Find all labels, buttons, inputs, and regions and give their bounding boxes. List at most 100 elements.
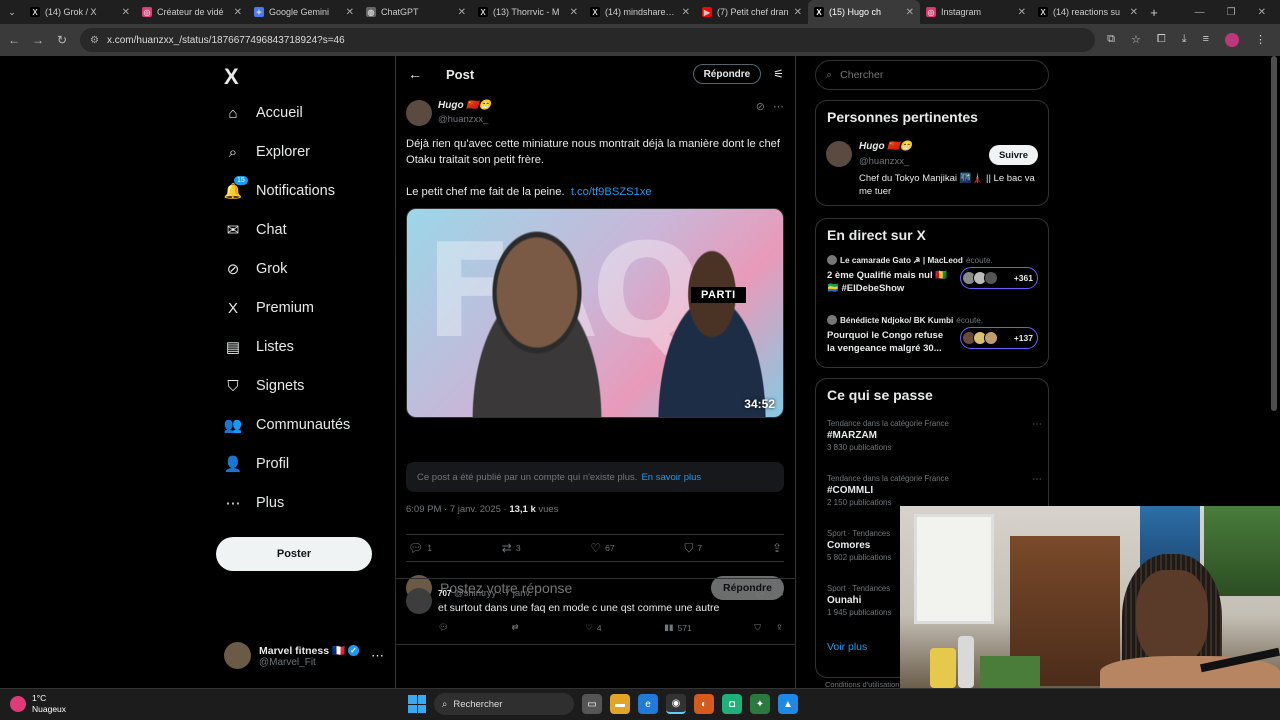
avatar[interactable] bbox=[826, 141, 852, 167]
site-info-icon[interactable]: ⚙ bbox=[90, 35, 99, 46]
app-icon[interactable]: ▲ bbox=[778, 694, 798, 714]
page-scrollbar[interactable] bbox=[1271, 56, 1277, 411]
share-action[interactable]: ⇪ bbox=[772, 541, 782, 555]
post-link[interactable]: t.co/tf9BSZS1xe bbox=[571, 186, 652, 198]
browser-tab[interactable]: X (14) Grok / X ✕ bbox=[24, 0, 136, 24]
back-icon[interactable]: ← bbox=[8, 33, 20, 47]
install-icon[interactable]: ⧉ bbox=[1107, 33, 1115, 47]
reply-handle[interactable]: @shintryy · 7 janv. bbox=[454, 588, 532, 599]
app-icon[interactable]: ✦ bbox=[750, 694, 770, 714]
avatar[interactable] bbox=[406, 100, 432, 126]
reload-icon[interactable]: ↻ bbox=[56, 33, 68, 47]
author-name[interactable]: Hugo 🇨🇳😁 bbox=[438, 100, 491, 111]
extensions-icon[interactable]: ⧠ bbox=[1157, 33, 1166, 47]
bookmark-action[interactable]: ⛉ ⇪ bbox=[754, 622, 783, 633]
close-tab-icon[interactable]: ✕ bbox=[458, 7, 466, 18]
nav-item-grok[interactable]: ⊘ Grok bbox=[224, 260, 288, 278]
space-host[interactable]: Bénédicte Ndjoko/ BK Kumbi écoute. bbox=[827, 315, 983, 325]
share-icon[interactable]: ⇪ bbox=[776, 622, 783, 633]
views-action[interactable]: ▮▮ 571 bbox=[664, 622, 692, 633]
firefox-icon[interactable]: ◐ bbox=[694, 694, 714, 714]
browser-tab[interactable]: X (14) reactions su ✕ bbox=[1032, 0, 1144, 24]
like-action[interactable]: ♡ 4 bbox=[585, 622, 601, 633]
file-explorer-icon[interactable]: ▬ bbox=[610, 694, 630, 714]
follow-button[interactable]: Suivre bbox=[988, 145, 1038, 165]
url-field[interactable]: ⚙ x.com/huanzxx_/status/1876677496843718… bbox=[80, 28, 1096, 52]
search-input[interactable] bbox=[840, 69, 1021, 81]
close-tab-icon[interactable]: ✕ bbox=[1130, 7, 1138, 18]
maximize-icon[interactable]: ❐ bbox=[1227, 7, 1236, 18]
nav-item-communautés[interactable]: 👥 Communautés bbox=[224, 416, 351, 434]
space-title[interactable]: 2 ème Qualifié mais nul 🇬🇳🇬🇦 #ElDebeShow bbox=[827, 269, 952, 295]
close-tab-icon[interactable]: ✕ bbox=[122, 7, 130, 18]
filter-icon[interactable]: ⚟ bbox=[773, 67, 784, 81]
x-logo-icon[interactable]: X bbox=[224, 64, 239, 90]
close-tab-icon[interactable]: ✕ bbox=[234, 7, 242, 18]
avatar[interactable] bbox=[406, 588, 432, 614]
browser-tab[interactable]: X (14) mindshare su ✕ bbox=[584, 0, 696, 24]
profile-avatar[interactable] bbox=[1225, 33, 1239, 47]
nav-item-premium[interactable]: X Premium bbox=[224, 299, 314, 317]
nav-item-explorer[interactable]: ⌕ Explorer bbox=[224, 143, 310, 161]
close-tab-icon[interactable]: ✕ bbox=[794, 7, 802, 18]
chrome-icon[interactable]: ◉ bbox=[666, 694, 686, 714]
nav-item-notifications[interactable]: 🔔 Notifications 15 bbox=[224, 176, 335, 200]
more-icon[interactable]: ⋯ bbox=[773, 100, 784, 113]
space-host[interactable]: Le camarade Gato ☭ | MacLeod écoute. bbox=[827, 255, 993, 265]
author-handle[interactable]: @huanzxx_ bbox=[438, 114, 488, 125]
browser-tab[interactable]: X (15) Hugo ch ✕ bbox=[808, 0, 920, 24]
like-action[interactable]: ♡ 67 bbox=[590, 541, 614, 555]
reply-author-name[interactable]: 707 bbox=[438, 589, 451, 598]
app-icon[interactable]: ◘ bbox=[722, 694, 742, 714]
space-title[interactable]: Pourquoi le Congo refuse la vengeance ma… bbox=[827, 329, 952, 355]
more-icon[interactable]: ⋯ bbox=[1032, 474, 1042, 485]
minimize-icon[interactable]: — bbox=[1195, 7, 1205, 18]
terms-link[interactable]: Conditions d'utilisation bbox=[825, 680, 899, 688]
weather-widget[interactable]: 1°C Nuageux bbox=[10, 693, 66, 715]
nav-item-chat[interactable]: ✉ Chat bbox=[224, 221, 287, 239]
reply-header-button[interactable]: Répondre bbox=[692, 64, 762, 84]
nav-item-accueil[interactable]: ⌂ Accueil bbox=[224, 104, 302, 122]
trend-item[interactable]: Tendance dans la catégorie France #COMMLI… bbox=[827, 474, 1042, 507]
tab-list-button[interactable]: ⌄ bbox=[0, 0, 24, 24]
grok-icon[interactable]: ⊘ bbox=[756, 588, 765, 601]
video-thumbnail[interactable]: FAQ PARTI 34:52 bbox=[406, 208, 784, 418]
reply-post[interactable]: 707 @shintryy · 7 janv. ⊘ ⋯ et surtout d… bbox=[406, 586, 786, 646]
windows-start-icon[interactable] bbox=[408, 695, 426, 713]
space-join-pill[interactable]: +137 bbox=[960, 327, 1038, 349]
browser-tab[interactable]: ◎ Créateur de vidé ✕ bbox=[136, 0, 248, 24]
space-join-pill[interactable]: +361 bbox=[960, 267, 1038, 289]
close-window-icon[interactable]: ✕ bbox=[1258, 7, 1266, 18]
grok-icon[interactable]: ⊘ bbox=[756, 100, 765, 113]
account-switcher[interactable]: Marvel fitness 🇫🇷 ✓ @Marvel_Fit ⋯ bbox=[224, 642, 384, 669]
bookmark-star-icon[interactable]: ☆ bbox=[1131, 33, 1141, 47]
learn-more-link[interactable]: En savoir plus bbox=[641, 472, 701, 483]
taskbar-search[interactable]: ⌕ Rechercher bbox=[434, 693, 574, 715]
edge-icon[interactable]: e bbox=[638, 694, 658, 714]
trend-item[interactable]: Tendance dans la catégorie France #MARZAM… bbox=[827, 419, 1042, 452]
post-button[interactable]: Poster bbox=[216, 537, 372, 571]
browser-tab[interactable]: ▶ (7) Petit chef dran ✕ bbox=[696, 0, 808, 24]
media-icon[interactable]: ≡ bbox=[1203, 33, 1209, 47]
relevant-handle[interactable]: @huanzxx_ bbox=[859, 156, 909, 167]
close-tab-icon[interactable]: ✕ bbox=[1018, 7, 1026, 18]
reply-action[interactable]: 💬︎ bbox=[438, 622, 449, 633]
back-arrow-icon[interactable]: ← bbox=[408, 66, 422, 82]
task-view-icon[interactable]: ▭ bbox=[582, 694, 602, 714]
repost-action[interactable]: ⇄ bbox=[511, 622, 522, 633]
menu-icon[interactable]: ⋮ bbox=[1255, 33, 1266, 47]
repost-action[interactable]: ⇄ 3 bbox=[502, 541, 521, 555]
forward-icon[interactable]: → bbox=[32, 33, 44, 47]
nav-item-listes[interactable]: ▤ Listes bbox=[224, 338, 294, 356]
browser-tab[interactable]: ◍ ChatGPT ✕ bbox=[360, 0, 472, 24]
close-tab-icon[interactable]: ✕ bbox=[570, 7, 578, 18]
post-timestamp[interactable]: 6:09 PM · 7 janv. 2025 · bbox=[406, 504, 509, 515]
search-box[interactable]: ⌕ bbox=[815, 60, 1049, 90]
see-more-link[interactable]: Voir plus bbox=[827, 641, 867, 653]
close-tab-icon[interactable]: ✕ bbox=[682, 7, 690, 18]
bookmark-action[interactable]: ⛉ 7 bbox=[684, 541, 702, 556]
more-icon[interactable]: ⋯ bbox=[371, 648, 384, 664]
reply-action[interactable]: 💬︎ 1 bbox=[408, 541, 432, 555]
browser-tab[interactable]: ✦ Google Gemini ✕ bbox=[248, 0, 360, 24]
download-icon[interactable]: ⤓ bbox=[1182, 33, 1187, 47]
